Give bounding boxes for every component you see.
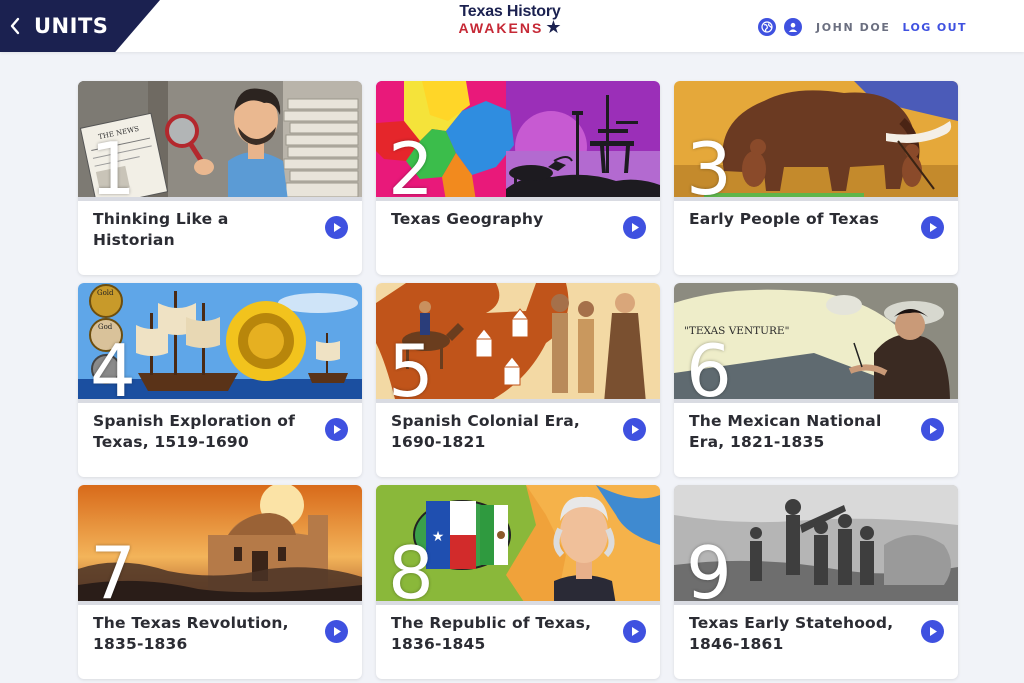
play-button[interactable] (325, 216, 348, 239)
play-button[interactable] (921, 216, 944, 239)
image-bottom-strip (78, 601, 362, 605)
unit-number: 7 (90, 531, 136, 605)
play-icon (333, 223, 341, 232)
unit-image-8: ★ 8 (376, 485, 660, 605)
image-bottom-strip (376, 601, 660, 605)
play-button[interactable] (325, 418, 348, 441)
play-icon (929, 627, 937, 636)
unit-image-7: 7 (78, 485, 362, 605)
play-icon (333, 627, 341, 636)
user-circle-icon[interactable] (784, 18, 802, 36)
play-button[interactable] (921, 418, 944, 441)
image-bottom-strip (78, 197, 362, 201)
unit-number: 6 (686, 329, 732, 403)
unit-title: Texas Early Statehood, 1846-1861 (689, 614, 894, 653)
unit-number: 4 (90, 329, 136, 403)
logout-link[interactable]: LOG OUT (902, 21, 966, 34)
unit-title: Spanish Exploration of Texas, 1519-1690 (93, 412, 296, 451)
unit-title: Early People of Texas (689, 210, 880, 228)
unit-title: The Mexican National Era, 1821-1835 (689, 412, 882, 451)
unit-number: 3 (686, 127, 732, 201)
unit-card-1[interactable]: 1 THE NEWS Thinking Like a Historian (78, 81, 362, 275)
unit-image-3: 3 (674, 81, 958, 201)
unit-image-5: 5 (376, 283, 660, 403)
play-icon (631, 627, 639, 636)
unit-card-5[interactable]: 5 Spanish Colonial Era, 1690-1821 (376, 283, 660, 477)
play-button[interactable] (325, 620, 348, 643)
unit-card-4[interactable]: 4 Gold God Spanish Exploration of Texas,… (78, 283, 362, 477)
unit-card-9[interactable]: 9 Texas Early Statehood, 1846-1861 (674, 485, 958, 679)
image-bottom-strip (674, 399, 958, 403)
unit-image-1: 1 THE NEWS (78, 81, 362, 201)
globe-icon[interactable] (758, 18, 776, 36)
unit-card-2[interactable]: 2 Texas Geography (376, 81, 660, 275)
unit-title: The Republic of Texas, 1836-1845 (391, 614, 592, 653)
logo-text-line2: AWAKENS (458, 20, 544, 36)
user-bar: JOHN DOE LOG OUT (758, 17, 967, 37)
play-icon (929, 223, 937, 232)
star-icon: ★ (545, 17, 562, 38)
unit-number: 9 (686, 531, 732, 605)
units-header-tab: UNITS (0, 0, 160, 52)
unit-image-4: 4 Gold God (78, 283, 362, 403)
unit-title: Thinking Like a Historian (93, 210, 229, 249)
play-button[interactable] (623, 216, 646, 239)
image-bottom-strip (376, 197, 660, 201)
unit-title: The Texas Revolution, 1835-1836 (93, 614, 289, 653)
user-name: JOHN DOE (816, 20, 891, 34)
image-bottom-strip (674, 197, 958, 201)
coin-label-gold: Gold (97, 289, 114, 297)
play-icon (333, 425, 341, 434)
unit-number: 5 (388, 329, 434, 403)
page-title: UNITS (34, 14, 109, 38)
unit-number: 8 (388, 531, 434, 605)
play-icon (631, 425, 639, 434)
top-bar: UNITS Texas History AWAKENS ★ JOHN DOE L… (0, 0, 1024, 52)
texas-history-awakens-logo[interactable]: Texas History AWAKENS ★ (450, 3, 570, 43)
image-bottom-strip (78, 399, 362, 403)
unit-card-7[interactable]: 7 The Texas Revolution, 1835-1836 (78, 485, 362, 679)
unit-card-8[interactable]: ★ 8 The Republic of Texas, 1836-1845 (376, 485, 660, 679)
unit-image-6: 6 "TEXAS VENTURE" (674, 283, 958, 403)
unit-title: Texas Geography (391, 210, 544, 228)
unit-image-2: 2 (376, 81, 660, 201)
unit-number: 1 (90, 127, 136, 201)
play-icon (631, 223, 639, 232)
play-button[interactable] (623, 418, 646, 441)
image-bottom-strip (376, 399, 660, 403)
units-grid: 1 THE NEWS Thinking Like a Historian 2 T… (78, 81, 959, 681)
image-bottom-strip (674, 601, 958, 605)
unit-image-9: 9 (674, 485, 958, 605)
play-button[interactable] (623, 620, 646, 643)
back-button[interactable] (2, 0, 28, 52)
play-button[interactable] (921, 620, 944, 643)
chevron-left-icon (10, 17, 20, 35)
play-icon (929, 425, 937, 434)
unit-title: Spanish Colonial Era, 1690-1821 (391, 412, 581, 451)
unit-card-3[interactable]: 3 Early People of Texas (674, 81, 958, 275)
unit-number: 2 (388, 127, 434, 201)
coin-label-god: God (98, 323, 113, 331)
texas-venture-banner: "TEXAS VENTURE" (684, 325, 790, 337)
unit-card-6[interactable]: 6 "TEXAS VENTURE" The Mexican National E… (674, 283, 958, 477)
